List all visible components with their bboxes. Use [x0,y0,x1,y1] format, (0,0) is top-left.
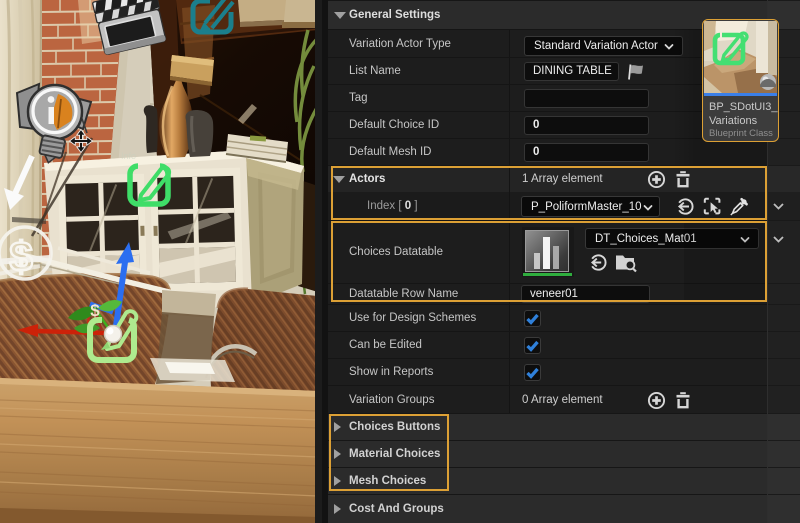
svg-text:$: $ [9,233,32,280]
svg-text:Info: Info [121,151,136,161]
